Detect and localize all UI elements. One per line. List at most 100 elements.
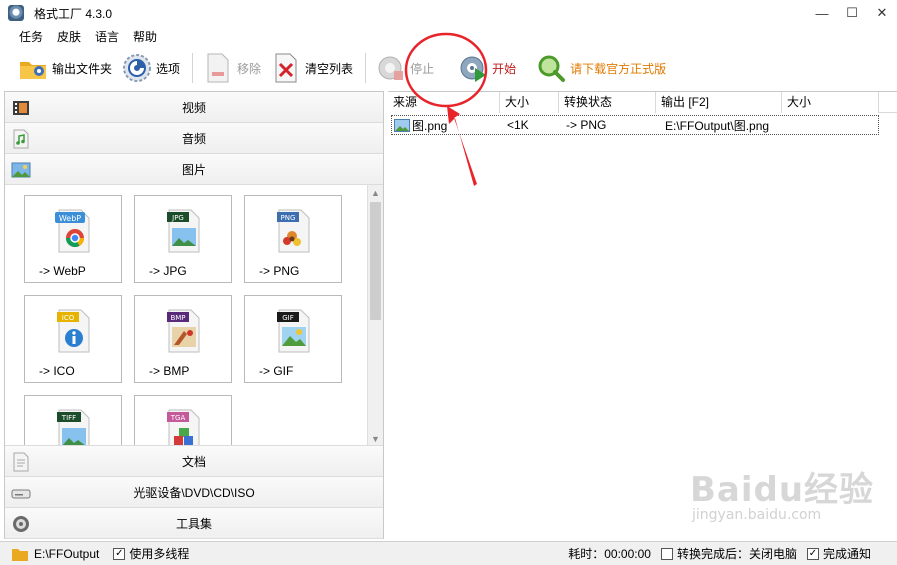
column-output[interactable]: 输出 [F2] [656,92,782,113]
format-tile-bmp[interactable]: BMP -> BMP [134,295,232,383]
row-size: <1K [507,118,529,132]
toolbar-separator [365,53,367,83]
category-tools-label: 工具集 [175,516,212,531]
category-image-label: 图片 [181,162,206,177]
shutdown-option[interactable]: 转换完成后：关闭电脑 [660,545,797,562]
category-video-label: 视频 [181,100,206,115]
format-tile-tiff[interactable]: TIFF [24,395,122,445]
menu-skin[interactable]: 皮肤 [50,28,88,45]
output-path-label: E:\FFOutput [34,546,100,561]
multithread-label: 使用多线程 [129,547,190,561]
row-status: -> PNG [566,118,607,132]
remove-doc-icon [203,53,233,83]
format-tile-label: -> JPG [149,264,187,278]
category-disc[interactable]: 光驱设备\DVD\CD\ISO [5,477,383,508]
svg-text:BMP: BMP [170,314,185,322]
png-file-icon: PNG [277,209,310,253]
notify-checkbox[interactable]: ✓ [806,547,819,560]
category-tools[interactable]: 工具集 [5,508,383,539]
output-path[interactable]: E:\FFOutput [12,547,99,561]
minimize-button[interactable]: — [807,0,837,26]
stop-icon [376,53,406,83]
category-audio[interactable]: 音频 [5,123,383,154]
svg-text:JPG: JPG [171,214,184,222]
gear-icon [122,53,152,83]
scroll-thumb[interactable] [370,202,381,320]
stop-button[interactable]: 停止 [372,50,438,86]
webp-file-icon: WebP [55,209,90,253]
clear-list-icon [271,53,301,83]
image-file-icon [394,118,410,132]
svg-text:WebP: WebP [59,214,81,223]
column-source[interactable]: 来源 [388,92,500,113]
start-icon [458,53,488,83]
menu-bar: 任务 皮肤 语言 帮助 [0,26,897,46]
jpg-file-icon: JPG [167,209,200,253]
svg-text:PNG: PNG [281,214,296,222]
music-note-icon [13,129,29,149]
format-tile-jpg[interactable]: JPG -> JPG [134,195,232,283]
toolbar-separator [192,53,194,83]
task-list: 来源 大小 转换状态 输出 [F2] 大小 图.png <1K -> PNG E… [388,91,897,539]
svg-text:TIFF: TIFF [61,414,76,422]
menu-help[interactable]: 帮助 [126,28,164,45]
film-icon [13,101,29,115]
start-button[interactable]: 开始 [454,50,520,86]
format-tile-label: -> WebP [39,264,86,278]
options-button[interactable]: 选项 [118,50,184,86]
ico-file-icon: ICO [57,309,90,353]
app-icon [8,5,24,21]
notify-option[interactable]: ✓ 完成通知 [806,545,871,562]
category-document[interactable]: 文档 [5,446,383,477]
category-image[interactable]: 图片 [5,154,383,185]
format-tile-label: -> BMP [149,364,190,378]
format-tile-ico[interactable]: ICO -> ICO [24,295,122,383]
category-document-label: 文档 [181,454,206,469]
format-tile-gif[interactable]: GIF -> GIF [244,295,342,383]
menu-task[interactable]: 任务 [12,28,50,45]
category-video[interactable]: 视频 [5,92,383,123]
menu-language[interactable]: 语言 [88,28,126,45]
multithread-option[interactable]: ✓ 使用多线程 [113,545,189,562]
close-button[interactable]: ✕ [867,0,897,26]
shutdown-checkbox[interactable] [660,547,673,560]
window-title: 格式工厂 4.3.0 [34,6,113,21]
clear-list-button[interactable]: 清空列表 [267,50,357,86]
column-output-size[interactable]: 大小 [782,92,879,113]
scroll-up-arrow[interactable]: ▲ [368,185,383,200]
format-tile-webp[interactable]: WebP -> WebP [24,195,122,283]
table-row[interactable]: 图.png <1K -> PNG E:\FFOutput\图.png [391,115,879,135]
tga-file-icon: TGA [167,409,200,445]
category-disc-label: 光驱设备\DVD\CD\ISO [133,485,255,500]
options-label: 选项 [156,61,181,76]
svg-text:TGA: TGA [170,414,186,422]
bmp-file-icon: BMP [167,309,200,353]
multithread-checkbox[interactable]: ✓ [113,547,126,560]
column-size[interactable]: 大小 [500,92,559,113]
scroll-down-arrow[interactable]: ▼ [368,431,383,445]
column-status[interactable]: 转换状态 [559,92,656,113]
download-official-button[interactable]: 请下载官方正式版 [532,50,670,86]
remove-button[interactable]: 移除 [199,50,265,86]
format-tile-png[interactable]: PNG -> PNG [244,195,342,283]
svg-text:ICO: ICO [62,314,75,322]
window-controls: — ☐ ✕ [807,0,897,26]
elapsed-time: 耗时：00:00:00 [568,545,651,562]
stop-label: 停止 [410,61,435,76]
format-tile-label: -> ICO [39,364,75,378]
disc-drive-icon [11,489,31,499]
tools-gear-icon [13,516,29,532]
document-icon [13,452,29,472]
tiff-file-icon: TIFF [57,409,90,445]
format-tile-tga[interactable]: TGA [134,395,232,445]
output-folder-label: 输出文件夹 [52,61,113,76]
format-tile-label: -> PNG [259,264,300,278]
toolbar: 输出文件夹 选项 移除 清空列表 停止 开始 请下载官方正式版 [0,48,897,88]
format-grid-scrollbar[interactable]: ▲ ▼ [367,185,383,445]
maximize-button[interactable]: ☐ [837,0,867,26]
output-folder-button[interactable]: 输出文件夹 [14,50,116,86]
notify-label: 完成通知 [822,547,871,561]
start-label: 开始 [492,61,517,76]
image-format-grid: WebP -> WebP JPG -> JPG PNG -> PNG ICO -… [5,185,383,446]
svg-text:GIF: GIF [282,314,294,322]
